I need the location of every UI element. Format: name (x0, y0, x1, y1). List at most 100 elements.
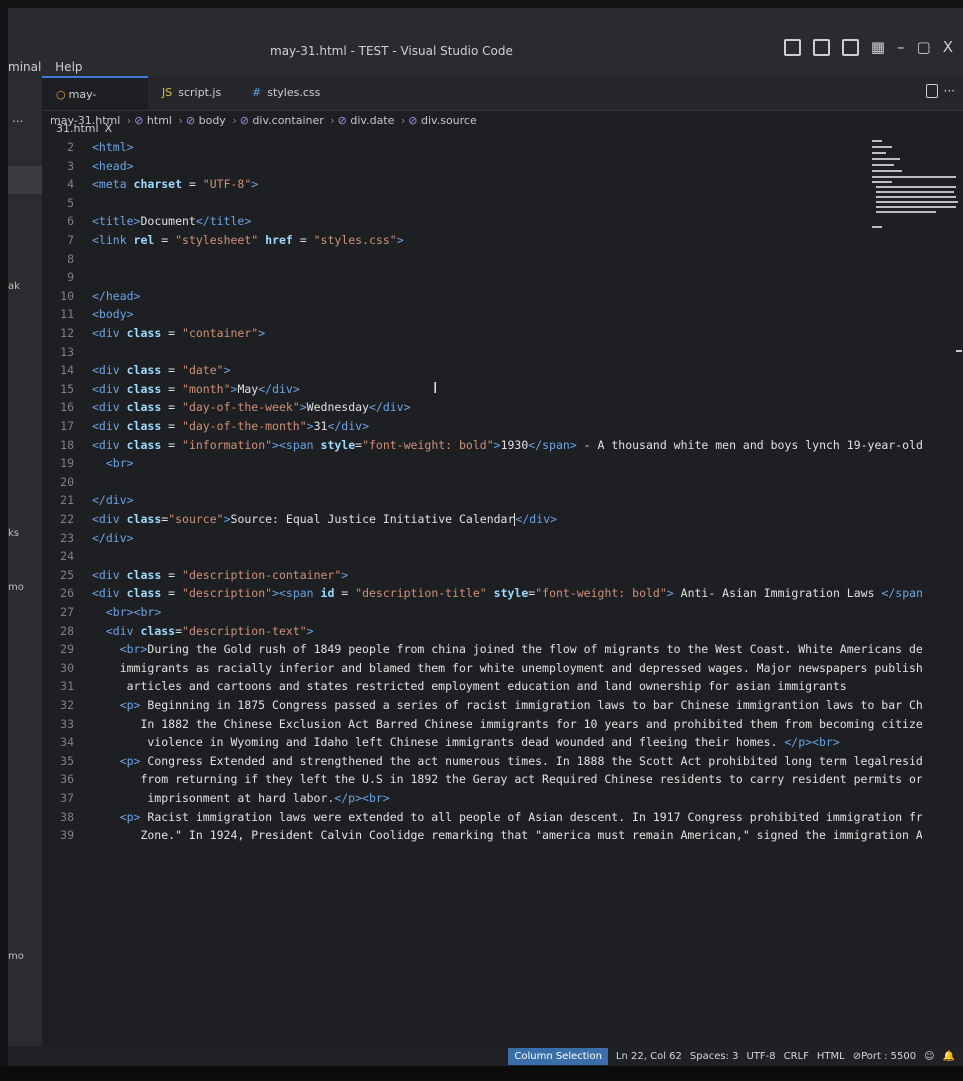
code-line[interactable]: 11 <body> (42, 305, 922, 323)
code-line[interactable]: 27 <br><br> (42, 603, 922, 621)
code-line[interactable]: 31 articles and cartoons and states rest… (42, 677, 922, 695)
code-line[interactable]: 6 <title>Document</title> (42, 212, 922, 230)
breadcrumb-item[interactable]: div.date (350, 114, 394, 127)
token-str: "source" (168, 512, 224, 526)
token-attr: class (126, 419, 162, 433)
indentation[interactable]: Spaces: 3 (690, 1051, 739, 1062)
token-tag: <div (92, 326, 127, 340)
code-line[interactable]: 8 (42, 250, 922, 268)
code-line[interactable]: 10 </head> (42, 287, 922, 305)
code-line[interactable]: 7 <link rel = "stylesheet" href = "styles… (42, 231, 922, 249)
minimap[interactable] (870, 138, 958, 268)
breadcrumb-item[interactable]: div.source (421, 114, 477, 127)
column-selection-mode[interactable]: Column Selection (508, 1047, 608, 1065)
element-icon: ⊘ (185, 114, 196, 127)
activity-label[interactable]: ak (8, 281, 20, 292)
code-line[interactable]: 19 <br> (42, 454, 922, 472)
code-line[interactable]: 37 imprisonment at hard labor.</p><br> (42, 789, 922, 807)
notifications-bell-icon[interactable]: 🔔 (943, 1051, 955, 1062)
end-of-line[interactable]: CRLF (784, 1051, 809, 1062)
code-line[interactable]: 18 <div class = "information"><span style… (42, 436, 922, 454)
token-txt: May (237, 381, 259, 396)
code-line[interactable]: 16 <div class = "day-of-the-week">Wednesd… (42, 398, 922, 416)
code-line[interactable]: 34 violence in Wyoming and Idaho left Ch… (42, 733, 922, 751)
code-line[interactable]: 24 (42, 547, 922, 565)
line-number: 26 (60, 586, 74, 601)
feedback-icon[interactable]: ☺ (924, 1051, 934, 1062)
code-line[interactable]: 15 <div class = "month">May</div> (42, 380, 922, 398)
code-line[interactable]: 2 <html> (42, 138, 922, 156)
code-line[interactable]: 25 <div class = "description-container"> (42, 566, 922, 584)
code-line[interactable]: 39 Zone." In 1924, President Calvin Cool… (42, 826, 922, 844)
token-tag: <div (92, 400, 127, 415)
live-server-port[interactable]: ⊘Port : 5500 (853, 1051, 916, 1062)
code-text: <br> (92, 454, 134, 472)
encoding[interactable]: UTF-8 (746, 1051, 775, 1062)
language-mode[interactable]: HTML (817, 1051, 845, 1062)
code-text: <html> (92, 138, 134, 156)
token-tag: > (223, 512, 231, 526)
customize-layout-icon[interactable]: ▦ (871, 38, 885, 56)
minimize-button[interactable]: – (897, 38, 905, 56)
token-txt: immigrants as racially inferior and blam… (92, 660, 922, 675)
css-icon: # (252, 86, 262, 99)
activity-label[interactable]: mo (8, 582, 24, 593)
close-window-button[interactable]: X (943, 38, 953, 56)
code-line[interactable]: 5 (42, 194, 922, 212)
code-line[interactable]: 4 <meta charset = "UTF-8"> (42, 175, 922, 193)
token-str: "UTF-8" (202, 177, 252, 192)
code-line[interactable]: 28 <div class="description-text"> (42, 622, 922, 640)
code-line[interactable]: 14 <div class = "date"> (42, 361, 922, 379)
code-line[interactable]: 36 from returning if they left the U.S i… (42, 770, 922, 788)
activity-item-selected[interactable] (8, 166, 42, 194)
maximize-button[interactable]: ▢ (917, 38, 931, 56)
code-line[interactable]: 17 <div class = "day-of-the-month">31</di… (42, 417, 922, 435)
token-attr: href (265, 233, 293, 247)
code-line[interactable]: 20 (42, 473, 922, 491)
activity-label[interactable]: ks (8, 528, 19, 539)
tab-styles-css[interactable]: # styles.css (238, 76, 338, 110)
token-tag: </p><br> (334, 791, 390, 805)
cursor-position[interactable]: Ln 22, Col 62 (616, 1051, 682, 1062)
tab-script-js[interactable]: JS script.js (148, 76, 238, 110)
token-attr: class (126, 363, 162, 378)
token-tag: <div (92, 381, 127, 396)
code-text: <p> Racist immigration laws were extende… (92, 808, 922, 826)
code-line[interactable]: 3 <head> (42, 157, 922, 175)
breadcrumb-item[interactable]: html (147, 114, 172, 127)
breadcrumb-item[interactable]: body (199, 114, 226, 127)
breadcrumb-item[interactable]: div.container (252, 114, 323, 127)
line-number: 35 (60, 753, 74, 768)
code-line[interactable]: 13 (42, 343, 922, 361)
breadcrumb-item[interactable]: may-31.html (50, 114, 120, 127)
code-line[interactable]: 23 </div> (42, 529, 922, 547)
code-line[interactable]: 21 </div> (42, 491, 922, 509)
code-line[interactable]: 26 <div class = "description"><span id = … (42, 584, 922, 602)
menu-item-help[interactable]: Help (55, 60, 82, 74)
code-line[interactable]: 38 <p> Racist immigration laws were exte… (42, 808, 922, 826)
token-txt: from returning if they left the U.S in 1… (92, 772, 922, 787)
code-line[interactable]: 22 <div class="source">Source: Equal Just… (42, 510, 922, 528)
code-line[interactable]: 32 <p> Beginning in 1875 Congress passed… (42, 696, 922, 714)
code-line[interactable]: 33 In 1882 the Chinese Exclusion Act Bar… (42, 715, 922, 733)
code-line[interactable]: 35 <p> Congress Extended and strengthene… (42, 752, 922, 770)
more-actions-icon[interactable]: ··· (944, 84, 955, 98)
code-line[interactable]: 9 (42, 268, 922, 286)
activity-label[interactable]: mo (8, 951, 24, 962)
token-tag: > (306, 419, 314, 433)
code-line[interactable]: 12 <div class = "container"> (42, 324, 922, 342)
code-line[interactable]: 29 <br>During the Gold rush of 1849 peop… (42, 640, 922, 658)
code-text: articles and cartoons and states restric… (92, 677, 847, 695)
scrollbar-marker[interactable] (956, 350, 962, 352)
split-editor-icon[interactable] (925, 84, 938, 98)
tab-may-31-html[interactable]: ○ may-31.html X (42, 76, 148, 135)
menu-item-terminal[interactable]: minal (8, 60, 41, 74)
token-str: "stylesheet" (175, 233, 259, 247)
toggle-secondary-sidebar-icon[interactable] (841, 38, 859, 56)
code-editor[interactable]: 2 <html> 3 <head> 4 <meta charset = "UTF-8"> 5… (42, 136, 922, 1046)
code-line[interactable]: 30 immigrants as racially inferior and b… (42, 659, 922, 677)
toggle-panel-icon[interactable] (812, 38, 830, 56)
toggle-primary-sidebar-icon[interactable] (783, 38, 801, 56)
more-actions-icon[interactable]: ... (12, 111, 23, 125)
